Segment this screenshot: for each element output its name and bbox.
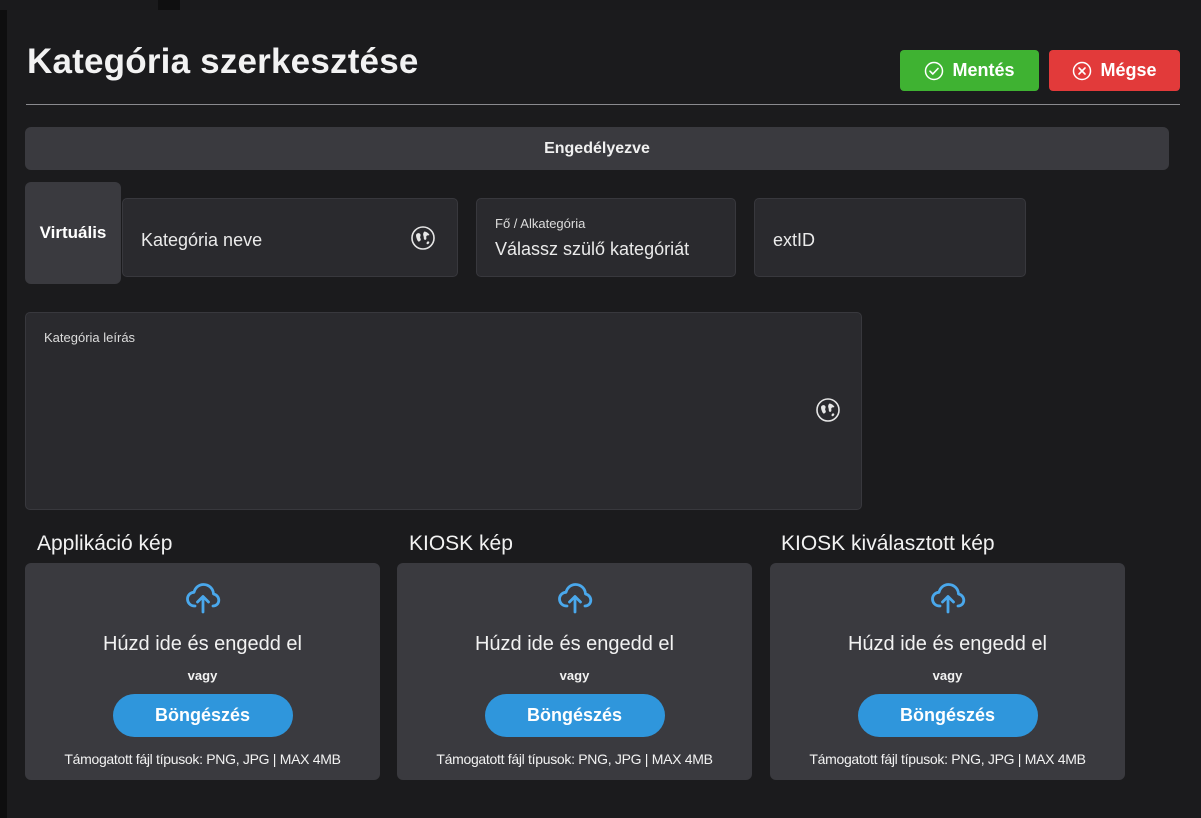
page-title: Kategória szerkesztése <box>27 42 419 81</box>
save-button-label: Mentés <box>952 60 1015 80</box>
app-image-label: Applikáció kép <box>37 532 173 555</box>
globe-icon[interactable] <box>815 397 841 423</box>
top-strip-segment <box>180 0 1201 10</box>
kiosk-selected-image-label: KIOSK kiválasztott kép <box>781 532 995 555</box>
enabled-toggle-label: Engedélyezve <box>544 139 650 157</box>
virtual-toggle[interactable]: Virtuális <box>25 182 121 284</box>
extid-field[interactable]: extID <box>754 198 1026 277</box>
globe-icon[interactable] <box>410 225 436 251</box>
browse-button[interactable]: Böngészés <box>112 694 293 737</box>
enabled-toggle[interactable]: Engedélyezve <box>25 127 1169 170</box>
supported-types-hint: Támogatott fájl típusok: PNG, JPG | MAX … <box>436 751 713 767</box>
save-button[interactable]: Mentés <box>900 50 1039 91</box>
app-image-dropzone[interactable]: Húzd ide és engedd el vagy Böngészés Tám… <box>25 563 380 780</box>
kiosk-selected-image-dropzone[interactable]: Húzd ide és engedd el vagy Böngészés Tám… <box>770 563 1125 780</box>
header-divider <box>26 104 1180 105</box>
top-strip <box>0 0 1201 10</box>
browse-button[interactable]: Böngészés <box>857 694 1038 737</box>
kiosk-image-label: KIOSK kép <box>409 532 513 555</box>
drop-text: Húzd ide és engedd el <box>102 633 303 655</box>
cancel-button-label: Mégse <box>1100 60 1157 80</box>
cloud-upload-icon <box>185 583 220 614</box>
parent-category-placeholder: Válassz szülő kategóriát <box>495 239 690 259</box>
x-circle-icon <box>1073 61 1092 80</box>
parent-category-select[interactable]: Fő / Alkategória Válassz szülő kategóriá… <box>476 198 736 277</box>
cloud-upload-icon <box>557 583 592 614</box>
category-name-field[interactable]: Kategória neve <box>122 198 458 277</box>
left-edge-bar <box>0 10 7 818</box>
extid-placeholder: extID <box>773 230 816 250</box>
category-name-placeholder: Kategória neve <box>141 230 263 250</box>
check-circle-icon <box>925 61 944 80</box>
kiosk-image-dropzone[interactable]: Húzd ide és engedd el vagy Böngészés Tám… <box>397 563 752 780</box>
supported-types-hint: Támogatott fájl típusok: PNG, JPG | MAX … <box>809 751 1086 767</box>
supported-types-hint: Támogatott fájl típusok: PNG, JPG | MAX … <box>64 751 341 767</box>
or-text: vagy <box>559 668 590 683</box>
parent-category-label: Fő / Alkategória <box>495 216 586 231</box>
drop-text: Húzd ide és engedd el <box>474 633 675 655</box>
cancel-button[interactable]: Mégse <box>1049 50 1180 91</box>
or-text: vagy <box>187 668 218 683</box>
drop-text: Húzd ide és engedd el <box>847 633 1048 655</box>
top-strip-segment <box>0 0 158 10</box>
cloud-upload-icon <box>930 583 965 614</box>
virtual-toggle-label: Virtuális <box>39 223 107 242</box>
category-description-label: Kategória leírás <box>44 330 136 345</box>
category-description-field[interactable]: Kategória leírás <box>25 312 862 510</box>
or-text: vagy <box>932 668 963 683</box>
browse-button[interactable]: Böngészés <box>484 694 665 737</box>
